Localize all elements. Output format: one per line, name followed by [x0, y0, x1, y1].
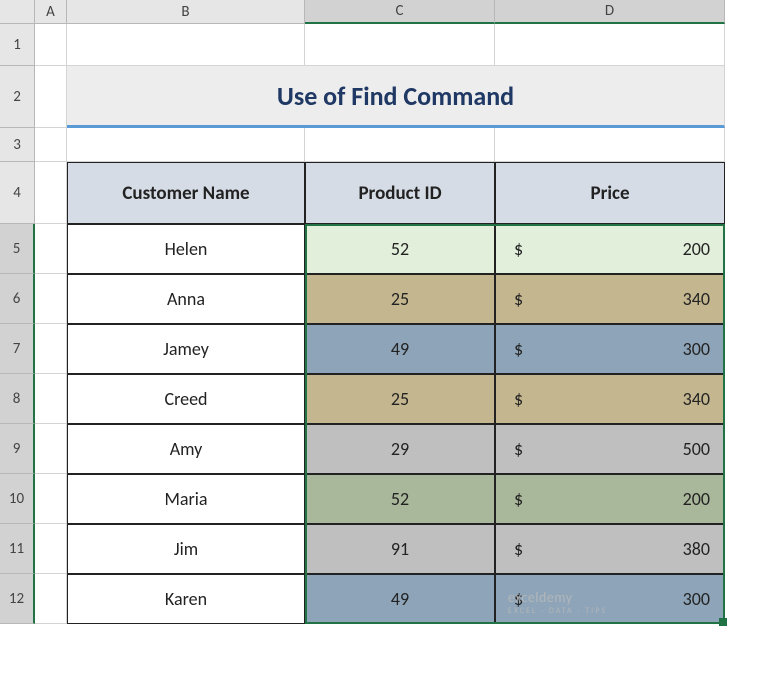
column-headers: A B C D: [0, 0, 725, 24]
table-row: 12Karen49$300: [0, 574, 725, 624]
cell-A11[interactable]: [35, 524, 67, 574]
cell-name[interactable]: Jim: [67, 524, 305, 574]
currency-symbol: $: [514, 588, 523, 610]
price-value: 500: [683, 438, 710, 460]
row-header-5[interactable]: 5: [0, 224, 35, 274]
cell-price[interactable]: $380: [495, 524, 725, 574]
cell-product-id[interactable]: 49: [305, 324, 495, 374]
cell-A7[interactable]: [35, 324, 67, 374]
header-product-id[interactable]: Product ID: [305, 162, 495, 224]
cell-C3[interactable]: [305, 128, 495, 162]
cell-product-id[interactable]: 52: [305, 474, 495, 524]
title-cell[interactable]: Use of Find Command: [67, 66, 725, 128]
cell-B1[interactable]: [67, 24, 305, 66]
col-header-C[interactable]: C: [305, 0, 495, 24]
spreadsheet-grid[interactable]: A B C D 1 2 Use of Find Command 3: [0, 0, 725, 624]
cell-A12[interactable]: [35, 574, 67, 624]
row-header-3[interactable]: 3: [0, 128, 35, 162]
cell-A5[interactable]: [35, 224, 67, 274]
cell-A9[interactable]: [35, 424, 67, 474]
currency-symbol: $: [514, 238, 523, 260]
price-value: 340: [683, 288, 710, 310]
cell-price[interactable]: $340: [495, 374, 725, 424]
header-customer-name[interactable]: Customer Name: [67, 162, 305, 224]
cell-A2[interactable]: [35, 66, 67, 128]
grid-rows: 1 2 Use of Find Command 3 4 Customer Nam…: [0, 24, 725, 624]
price-value: 200: [683, 488, 710, 510]
col-header-D[interactable]: D: [495, 0, 725, 24]
cell-product-id[interactable]: 52: [305, 224, 495, 274]
cell-name[interactable]: Karen: [67, 574, 305, 624]
cell-price[interactable]: $200: [495, 474, 725, 524]
row-header-7[interactable]: 7: [0, 324, 35, 374]
cell-product-id[interactable]: 25: [305, 374, 495, 424]
cell-name[interactable]: Maria: [67, 474, 305, 524]
cell-C1[interactable]: [305, 24, 495, 66]
table-row: 6Anna25$340: [0, 274, 725, 324]
currency-symbol: $: [514, 488, 523, 510]
select-all-corner[interactable]: [0, 0, 35, 24]
cell-product-id[interactable]: 25: [305, 274, 495, 324]
row-header-8[interactable]: 8: [0, 374, 35, 424]
cell-product-id[interactable]: 49: [305, 574, 495, 624]
row-header-12[interactable]: 12: [0, 574, 35, 624]
col-header-B[interactable]: B: [67, 0, 305, 24]
table-row: 11Jim91$380: [0, 524, 725, 574]
row-header-10[interactable]: 10: [0, 474, 35, 524]
cell-D3[interactable]: [495, 128, 725, 162]
cell-A3[interactable]: [35, 128, 67, 162]
table-row: 5Helen52$200: [0, 224, 725, 274]
table-body: 5Helen52$2006Anna25$3407Jamey49$3008Cree…: [0, 224, 725, 624]
cell-name[interactable]: Jamey: [67, 324, 305, 374]
currency-symbol: $: [514, 288, 523, 310]
price-value: 200: [683, 238, 710, 260]
price-value: 380: [683, 538, 710, 560]
price-value: 300: [683, 338, 710, 360]
row-header-4[interactable]: 4: [0, 162, 35, 224]
cell-A10[interactable]: [35, 474, 67, 524]
row-header-6[interactable]: 6: [0, 274, 35, 324]
col-header-A[interactable]: A: [35, 0, 67, 24]
cell-A4[interactable]: [35, 162, 67, 224]
cell-name[interactable]: Amy: [67, 424, 305, 474]
cell-A1[interactable]: [35, 24, 67, 66]
currency-symbol: $: [514, 338, 523, 360]
table-row: 9Amy29$500: [0, 424, 725, 474]
table-row: 8Creed25$340: [0, 374, 725, 424]
price-value: 300: [683, 588, 710, 610]
price-value: 340: [683, 388, 710, 410]
cell-A8[interactable]: [35, 374, 67, 424]
cell-A6[interactable]: [35, 274, 67, 324]
cell-price[interactable]: $300: [495, 324, 725, 374]
currency-symbol: $: [514, 388, 523, 410]
table-row: 10Maria52$200: [0, 474, 725, 524]
cell-name[interactable]: Creed: [67, 374, 305, 424]
cell-price[interactable]: $300: [495, 574, 725, 624]
currency-symbol: $: [514, 438, 523, 460]
cell-D1[interactable]: [495, 24, 725, 66]
cell-B3[interactable]: [67, 128, 305, 162]
table-row: 7Jamey49$300: [0, 324, 725, 374]
cell-product-id[interactable]: 29: [305, 424, 495, 474]
cell-price[interactable]: $200: [495, 224, 725, 274]
row-header-2[interactable]: 2: [0, 66, 35, 128]
cell-name[interactable]: Anna: [67, 274, 305, 324]
cell-name[interactable]: Helen: [67, 224, 305, 274]
row-header-1[interactable]: 1: [0, 24, 35, 66]
currency-symbol: $: [514, 538, 523, 560]
row-header-9[interactable]: 9: [0, 424, 35, 474]
header-price[interactable]: Price: [495, 162, 725, 224]
cell-price[interactable]: $500: [495, 424, 725, 474]
row-header-11[interactable]: 11: [0, 524, 35, 574]
cell-product-id[interactable]: 91: [305, 524, 495, 574]
cell-price[interactable]: $340: [495, 274, 725, 324]
